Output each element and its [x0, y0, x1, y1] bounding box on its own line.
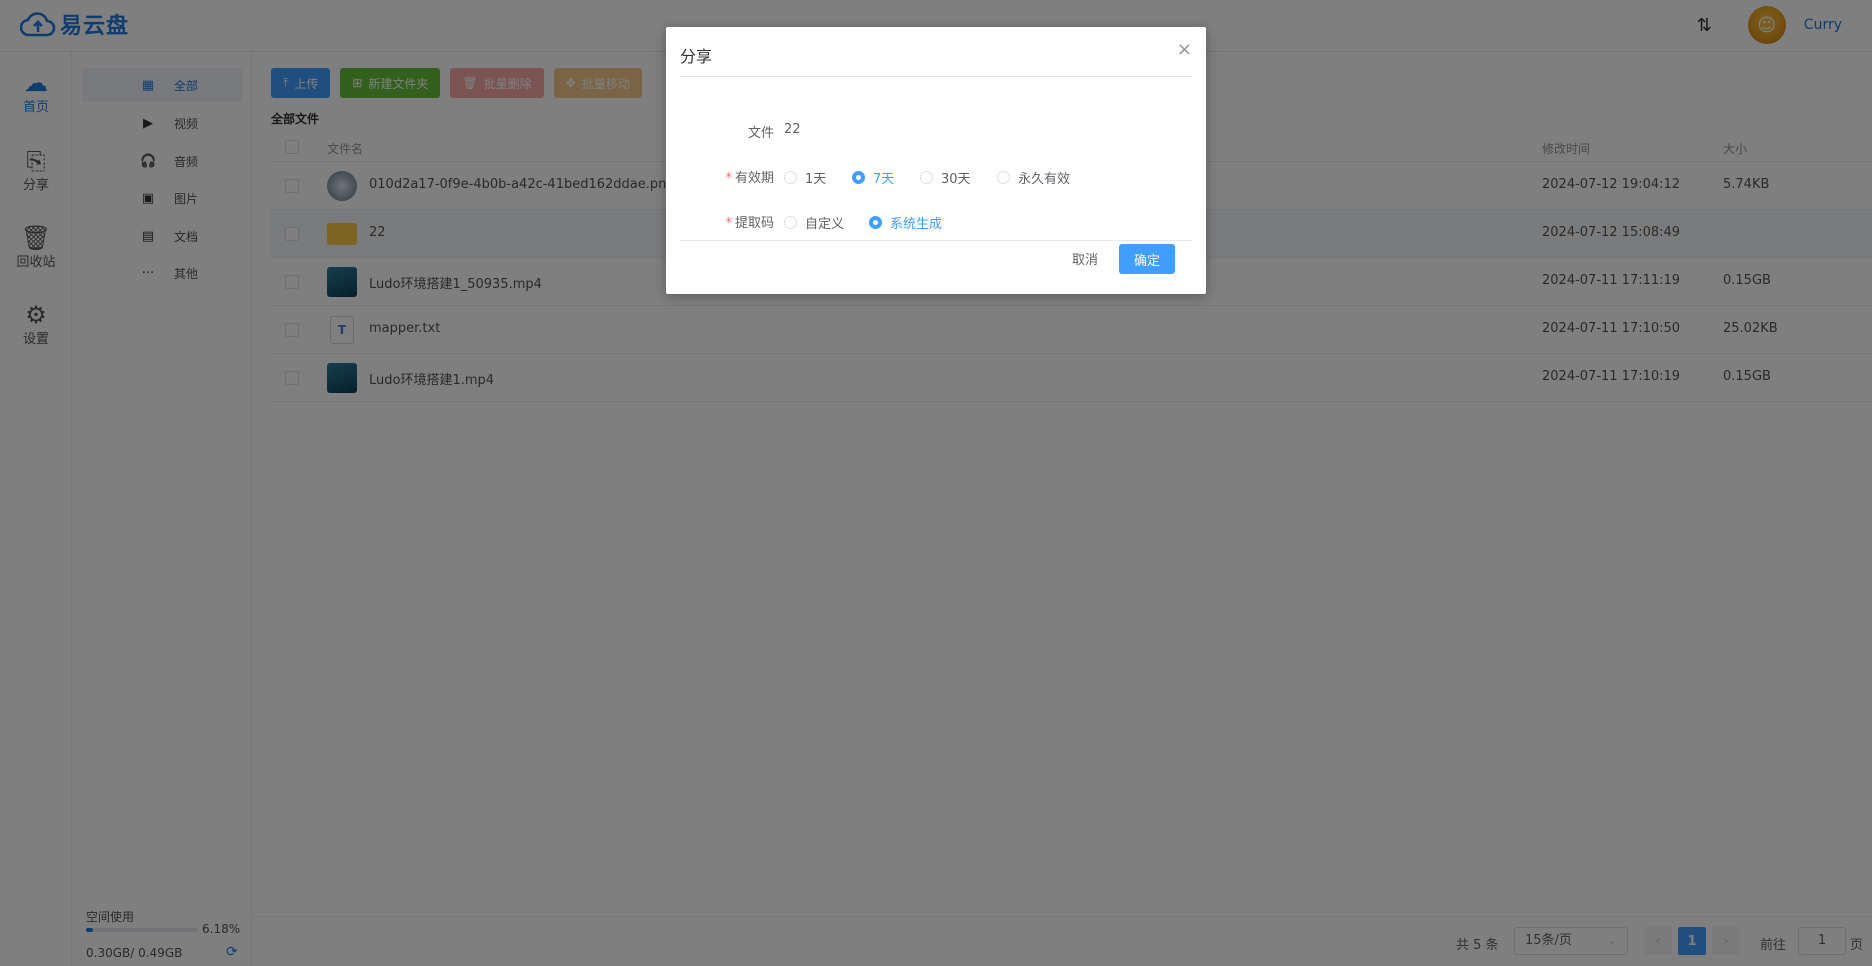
file-value: 22	[784, 122, 801, 137]
radio-label: 7天	[873, 172, 895, 187]
radio-label: 永久有效	[1018, 172, 1071, 187]
validity-option-7days[interactable]: 7天	[852, 168, 894, 187]
radio-circle	[920, 171, 933, 184]
radio-circle	[852, 171, 865, 184]
radio-label: 30天	[941, 172, 971, 187]
validity-label-text: 有效期	[734, 171, 774, 186]
radio-label: 1天	[805, 172, 827, 187]
confirm-button[interactable]: 确定	[1119, 244, 1175, 274]
code-option-custom[interactable]: 自定义	[784, 213, 844, 232]
code-row: * 提取码 自定义 系统生成	[666, 209, 1206, 233]
radio-label: 自定义	[805, 217, 845, 232]
code-label-text: 提取码	[734, 216, 774, 231]
share-dialog: 分享 × 文件 22 * 有效期 1天 7天 30天 永久有效 * 提取码 自定义 …	[666, 27, 1206, 294]
validity-label: * 有效期	[725, 167, 774, 186]
code-option-system[interactable]: 系统生成	[869, 213, 942, 232]
radio-circle	[997, 171, 1010, 184]
radio-circle	[784, 171, 797, 184]
file-label: 文件	[747, 126, 774, 141]
validity-row: * 有效期 1天 7天 30天 永久有效	[666, 164, 1206, 188]
close-icon[interactable]: ×	[1177, 39, 1192, 60]
validity-option-permanent[interactable]: 永久有效	[997, 168, 1070, 187]
dialog-divider	[680, 76, 1192, 77]
code-label: * 提取码	[725, 212, 774, 231]
dialog-footer-divider	[680, 240, 1192, 241]
radio-label: 系统生成	[890, 217, 943, 232]
cancel-button[interactable]: 取消	[1072, 249, 1098, 268]
validity-option-30days[interactable]: 30天	[920, 168, 971, 187]
validity-option-1day[interactable]: 1天	[784, 168, 826, 187]
radio-circle	[869, 216, 882, 229]
file-row: 文件 22	[666, 119, 1206, 143]
required-mark: *	[725, 216, 732, 231]
radio-circle	[784, 216, 797, 229]
dialog-title: 分享	[680, 47, 713, 66]
required-mark: *	[725, 171, 732, 186]
